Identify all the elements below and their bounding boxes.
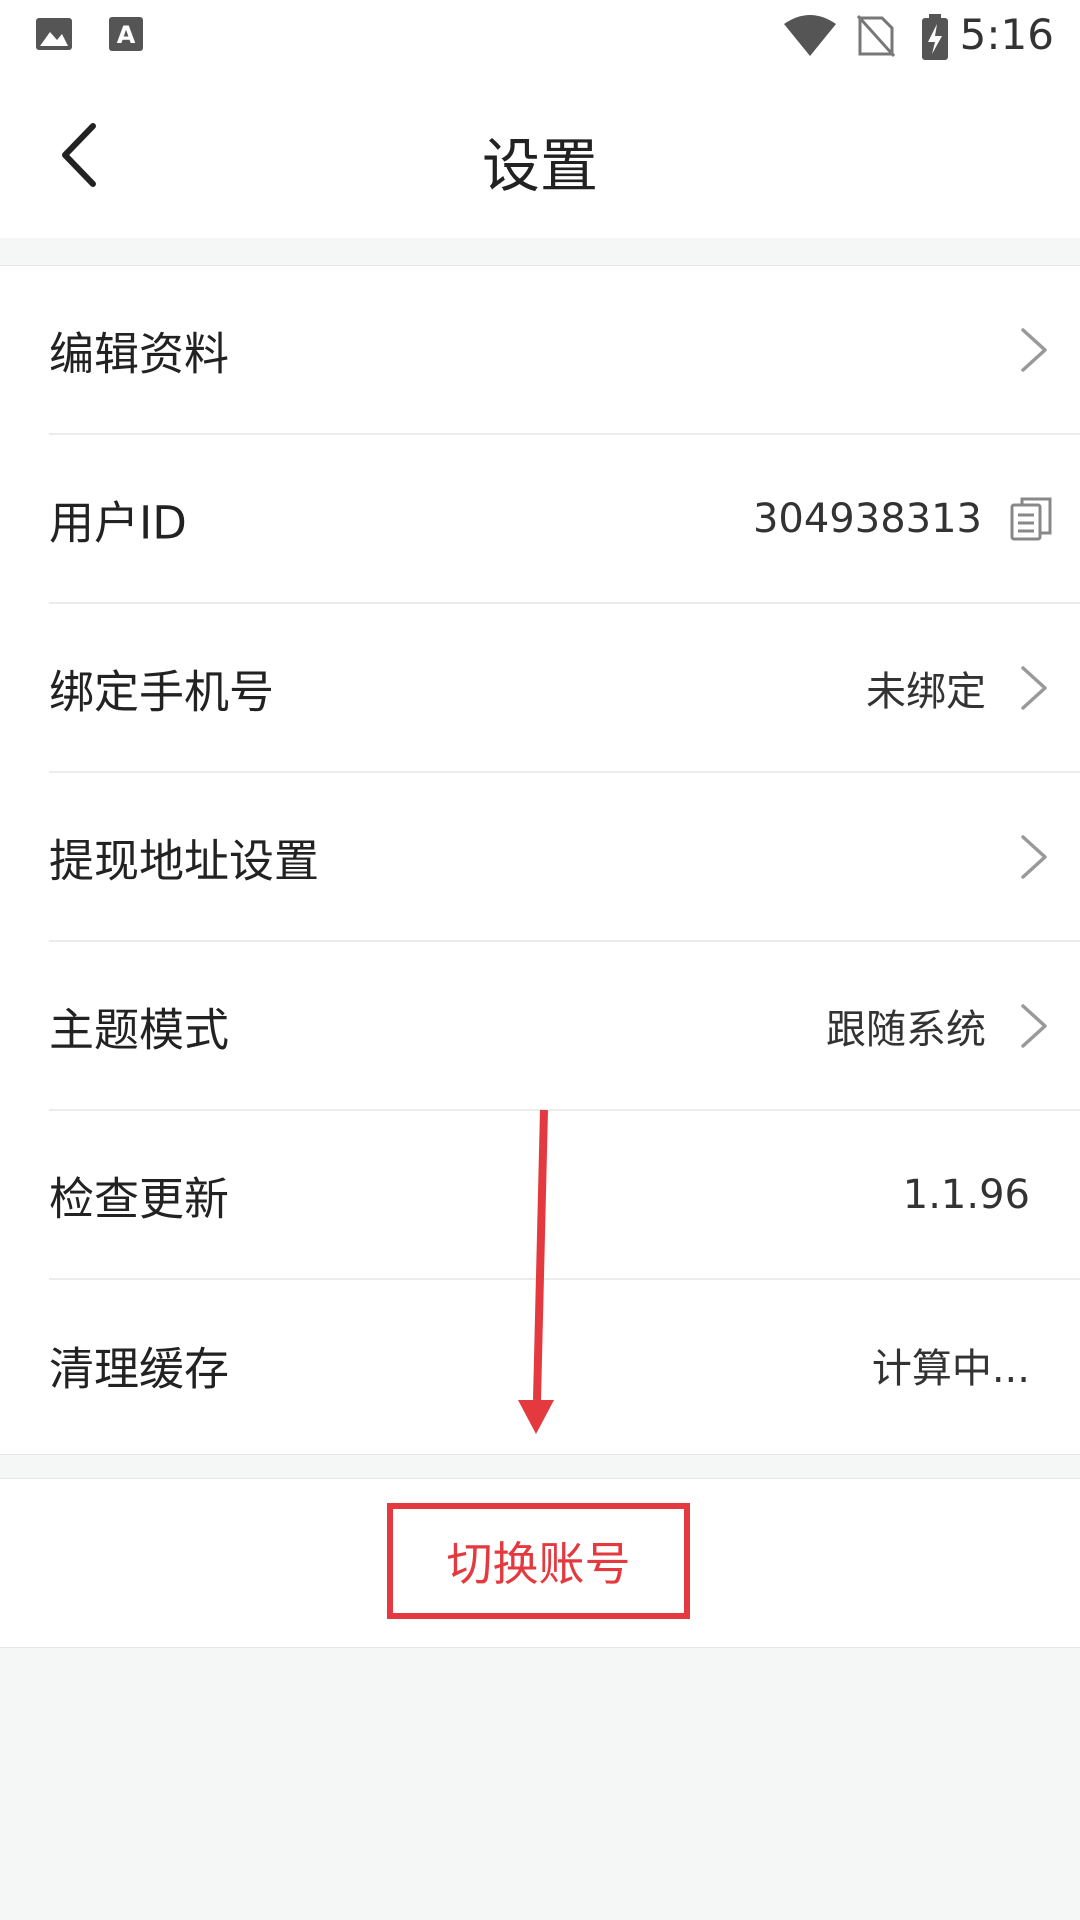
row-label: 用户ID	[49, 496, 187, 549]
copy-icon[interactable]	[1010, 497, 1052, 541]
row-label: 编辑资料	[49, 327, 230, 380]
row-label: 清理缓存	[49, 1342, 230, 1395]
image-icon	[36, 18, 72, 50]
withdraw-address-row[interactable]: 提现地址设置	[49, 773, 1080, 942]
status-bar: A 5:16	[0, 0, 1080, 75]
page-title: 设置	[481, 132, 598, 200]
chevron-right-icon	[1021, 1003, 1047, 1048]
row-label: 检查更新	[49, 1172, 230, 1225]
bind-phone-row[interactable]: 绑定手机号 未绑定	[49, 604, 1080, 773]
row-label: 提现地址设置	[49, 834, 320, 887]
font-icon: A	[109, 17, 143, 51]
theme-mode-value: 跟随系统	[826, 1006, 986, 1053]
theme-mode-row[interactable]: 主题模式 跟随系统	[49, 942, 1080, 1111]
row-label: 绑定手机号	[49, 665, 275, 718]
cache-size: 计算中...	[871, 1345, 1030, 1392]
edit-profile-row[interactable]: 编辑资料	[49, 266, 1080, 435]
switch-account-button[interactable]: 切换账号	[387, 1503, 690, 1619]
status-time: 5:16	[959, 10, 1054, 59]
wifi-icon	[784, 15, 836, 56]
switch-account-section: 切换账号	[0, 1478, 1080, 1648]
user-id-value: 304938313	[752, 495, 982, 542]
svg-text:A: A	[117, 21, 136, 49]
user-id-row: 用户ID 304938313	[49, 435, 1080, 604]
chevron-right-icon	[1021, 327, 1047, 372]
battery-charging-icon	[922, 14, 948, 60]
row-label: 主题模式	[49, 1003, 230, 1056]
app-version: 1.1.96	[902, 1171, 1030, 1218]
chevron-right-icon	[1021, 834, 1047, 879]
no-sim-icon	[856, 14, 896, 58]
annotation-arrow-icon	[518, 1109, 554, 1434]
title-bar: 设置	[0, 75, 1080, 238]
bind-phone-status: 未绑定	[866, 668, 986, 715]
chevron-right-icon	[1021, 665, 1047, 710]
